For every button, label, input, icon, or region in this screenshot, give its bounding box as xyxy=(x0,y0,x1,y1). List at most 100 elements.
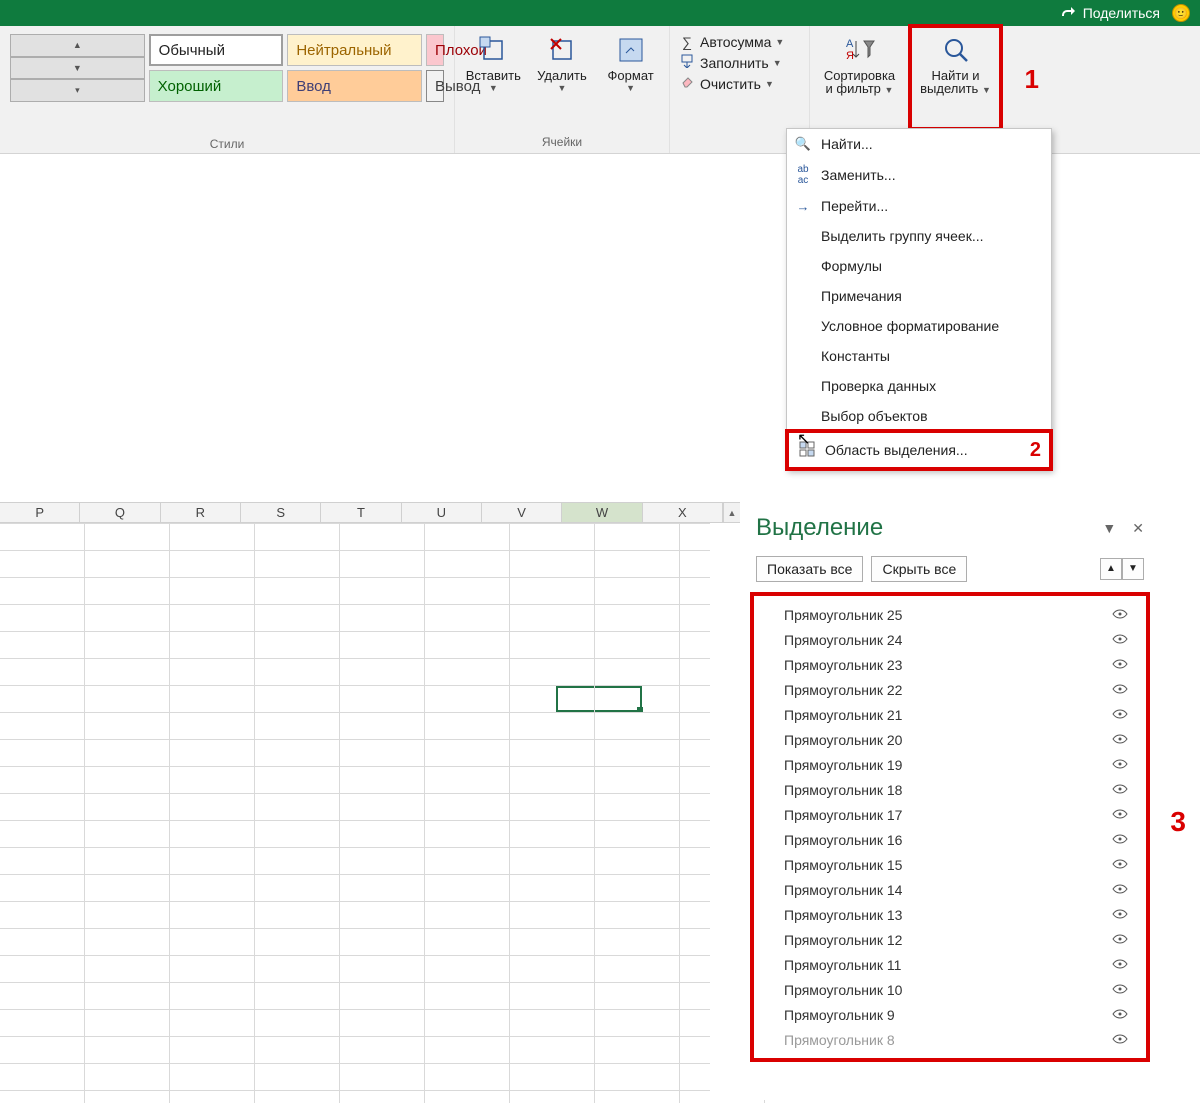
menu-comments-label: Примечания xyxy=(821,288,902,304)
pane-toolbar: Показать все Скрыть все ▲ ▼ xyxy=(750,556,1150,590)
object-name: Прямоугольник 11 xyxy=(784,957,901,973)
object-list-item[interactable]: Прямоугольник 12 xyxy=(756,927,1144,952)
column-header-S[interactable]: S xyxy=(241,503,321,522)
menu-find[interactable]: 🔍 Найти... xyxy=(787,129,1051,159)
menu-comments[interactable]: Примечания xyxy=(787,281,1051,311)
column-header-U[interactable]: U xyxy=(402,503,482,522)
visibility-eye-icon[interactable] xyxy=(1112,1032,1128,1047)
menu-replace-label: Заменить... xyxy=(821,167,896,183)
visibility-eye-icon[interactable] xyxy=(1112,657,1128,672)
column-header-P[interactable]: P xyxy=(0,503,80,522)
visibility-eye-icon[interactable] xyxy=(1112,607,1128,622)
menu-goto[interactable]: → Перейти... xyxy=(787,191,1051,221)
object-list-item[interactable]: Прямоугольник 8 xyxy=(756,1027,1144,1052)
share-button[interactable]: Поделиться xyxy=(1061,4,1160,23)
menu-conditional-formatting[interactable]: Условное форматирование xyxy=(787,311,1051,341)
style-input[interactable]: Ввод xyxy=(287,70,422,102)
selected-cell[interactable] xyxy=(556,686,642,712)
visibility-eye-icon[interactable] xyxy=(1112,957,1128,972)
pane-title-text: Выделение xyxy=(756,514,883,542)
column-header-T[interactable]: T xyxy=(321,503,401,522)
object-list-item[interactable]: Прямоугольник 19 xyxy=(756,752,1144,777)
menu-replace[interactable]: abac Заменить... xyxy=(787,159,1051,191)
spreadsheet[interactable]: PQRSTUVWX▲ xyxy=(0,502,740,1102)
pane-menu-icon[interactable]: ▼ xyxy=(1102,520,1116,536)
visibility-eye-icon[interactable] xyxy=(1112,932,1128,947)
delete-label: Удалить xyxy=(537,68,587,83)
clear-button[interactable]: Очистить ▼ xyxy=(674,73,805,94)
visibility-eye-icon[interactable] xyxy=(1112,907,1128,922)
find-select-button[interactable]: Найти и выделить ▼ xyxy=(914,32,997,98)
gallery-more-icon[interactable]: ▾ xyxy=(10,79,145,102)
pane-close-icon[interactable]: ✕ xyxy=(1132,520,1144,537)
visibility-eye-icon[interactable] xyxy=(1112,857,1128,872)
column-header-X[interactable]: X xyxy=(643,503,723,522)
visibility-eye-icon[interactable] xyxy=(1112,732,1128,747)
visibility-eye-icon[interactable] xyxy=(1112,682,1128,697)
object-list-item[interactable]: Прямоугольник 21 xyxy=(756,702,1144,727)
share-label: Поделиться xyxy=(1083,5,1160,21)
object-list-item[interactable]: Прямоугольник 18 xyxy=(756,777,1144,802)
style-normal[interactable]: Обычный xyxy=(149,34,284,66)
object-name: Прямоугольник 18 xyxy=(784,782,902,798)
object-list-item[interactable]: Прямоугольник 25 xyxy=(756,602,1144,627)
gallery-scroll[interactable]: ▲ ▼ ▾ xyxy=(10,34,145,102)
gallery-down-icon[interactable]: ▼ xyxy=(10,57,145,80)
column-header-Q[interactable]: Q xyxy=(80,503,160,522)
style-neutral[interactable]: Нейтральный xyxy=(287,34,422,66)
delete-button[interactable]: Удалить ▼ xyxy=(529,32,594,95)
visibility-eye-icon[interactable] xyxy=(1112,782,1128,797)
column-header-R[interactable]: R xyxy=(161,503,241,522)
style-output[interactable]: Вывод xyxy=(426,70,444,102)
menu-selection-pane[interactable]: Область выделения... xyxy=(791,435,1030,465)
menu-goto-special[interactable]: Выделить группу ячеек... xyxy=(787,221,1051,251)
object-list-item[interactable]: Прямоугольник 24 xyxy=(756,627,1144,652)
object-list-item[interactable]: Прямоугольник 11 xyxy=(756,952,1144,977)
grid-body[interactable] xyxy=(0,523,740,1103)
visibility-eye-icon[interactable] xyxy=(1112,807,1128,822)
object-list-item[interactable]: Прямоугольник 23 xyxy=(756,652,1144,677)
move-down-button[interactable]: ▼ xyxy=(1122,558,1144,580)
visibility-eye-icon[interactable] xyxy=(1112,1007,1128,1022)
object-list-item[interactable]: Прямоугольник 17 xyxy=(756,802,1144,827)
style-bad[interactable]: Плохой xyxy=(426,34,444,66)
gallery-up-icon[interactable]: ▲ xyxy=(10,34,145,57)
move-up-button[interactable]: ▲ xyxy=(1100,558,1122,580)
styles-gallery[interactable]: Обычный Нейтральный Плохой ▲ ▼ ▾ Хороший… xyxy=(10,34,444,102)
object-name: Прямоугольник 23 xyxy=(784,657,902,673)
visibility-eye-icon[interactable] xyxy=(1112,882,1128,897)
object-list-item[interactable]: Прямоугольник 15 xyxy=(756,852,1144,877)
visibility-eye-icon[interactable] xyxy=(1112,982,1128,997)
visibility-eye-icon[interactable] xyxy=(1112,707,1128,722)
column-header-V[interactable]: V xyxy=(482,503,562,522)
object-list: Прямоугольник 25Прямоугольник 24 Прямоуго… xyxy=(756,602,1144,1052)
autosum-button[interactable]: ∑ Автосумма ▼ xyxy=(674,32,805,52)
sort-filter-button[interactable]: AЯ Сортировка и фильтр ▼ xyxy=(814,32,905,98)
object-list-item[interactable]: Прямоугольник 20 xyxy=(756,727,1144,752)
menu-data-validation[interactable]: Проверка данных xyxy=(787,371,1051,401)
style-good[interactable]: Хороший xyxy=(149,70,284,102)
eraser-icon xyxy=(678,75,696,92)
object-list-item[interactable]: Прямоугольник 16 xyxy=(756,827,1144,852)
arrow-right-icon: → xyxy=(793,199,813,214)
visibility-eye-icon[interactable] xyxy=(1112,757,1128,772)
show-all-button[interactable]: Показать все xyxy=(756,556,863,582)
insert-button[interactable]: Вставить ▼ xyxy=(461,32,526,95)
fill-button[interactable]: Заполнить ▼ xyxy=(674,52,805,73)
visibility-eye-icon[interactable] xyxy=(1112,832,1128,847)
visibility-eye-icon[interactable] xyxy=(1112,632,1128,647)
object-list-item[interactable]: Прямоугольник 10 xyxy=(756,977,1144,1002)
scroll-up-icon[interactable]: ▲ xyxy=(723,503,740,522)
menu-select-objects[interactable]: Выбор объектов xyxy=(787,401,1051,431)
object-list-item[interactable]: Прямоугольник 13 xyxy=(756,902,1144,927)
column-header-W[interactable]: W xyxy=(562,503,642,522)
object-list-item[interactable]: Прямоугольник 22 xyxy=(756,677,1144,702)
delete-icon xyxy=(546,34,578,66)
hide-all-button[interactable]: Скрыть все xyxy=(871,556,967,582)
object-list-item[interactable]: Прямоугольник 9 xyxy=(756,1002,1144,1027)
menu-formulas[interactable]: Формулы xyxy=(787,251,1051,281)
format-button[interactable]: Формат ▼ xyxy=(598,32,663,95)
feedback-smiley-icon[interactable]: 🙂 xyxy=(1172,4,1190,22)
object-list-item[interactable]: Прямоугольник 14 xyxy=(756,877,1144,902)
menu-constants[interactable]: Константы xyxy=(787,341,1051,371)
